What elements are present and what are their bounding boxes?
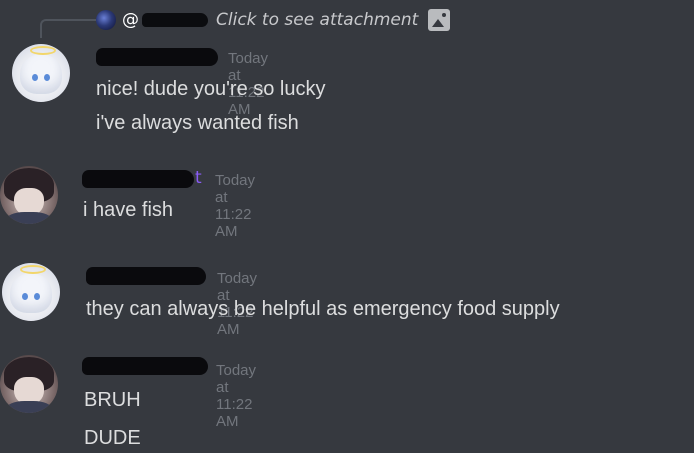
reply-connector [40, 19, 96, 38]
avatar-shirt [6, 212, 52, 224]
avatar[interactable] [0, 355, 58, 413]
message-text: BRUH [84, 389, 141, 411]
reply-mention-at[interactable]: @ [122, 10, 139, 30]
timestamp: Today at 11:22 AM [215, 172, 256, 240]
message-text: DUDE [84, 427, 141, 449]
username-redacted[interactable] [86, 265, 206, 287]
message-text: they can always be helpful as emergency … [86, 298, 560, 320]
avatar-hair [10, 273, 52, 313]
username-tail[interactable]: t [195, 168, 202, 188]
message-text: i've always wanted fish [96, 112, 299, 134]
username-redacted[interactable] [82, 355, 208, 377]
reply-avatar[interactable] [96, 10, 116, 30]
message-text: nice! dude you're so lucky [96, 78, 326, 100]
image-icon [428, 9, 451, 31]
message-text: i have fish [83, 199, 174, 221]
avatar[interactable] [2, 263, 60, 321]
avatar-halo [20, 265, 46, 274]
timestamp: Today at 11:22 AM [216, 362, 257, 430]
username-redacted[interactable] [82, 168, 194, 190]
avatar[interactable] [0, 166, 58, 224]
avatar[interactable] [12, 44, 70, 102]
avatar-eye [22, 293, 28, 300]
reply-attachment-link[interactable]: Click to see attachment [216, 10, 418, 30]
username-redacted[interactable] [96, 46, 218, 68]
avatar-eye [34, 293, 40, 300]
avatar-hair [20, 54, 62, 94]
avatar-eye [44, 74, 50, 81]
reply-preview[interactable]: @ Click to see attachment [96, 8, 451, 32]
avatar-shirt [6, 401, 52, 413]
avatar-halo [30, 46, 56, 55]
avatar-eye [32, 74, 38, 81]
reply-username-redacted[interactable] [140, 11, 210, 29]
